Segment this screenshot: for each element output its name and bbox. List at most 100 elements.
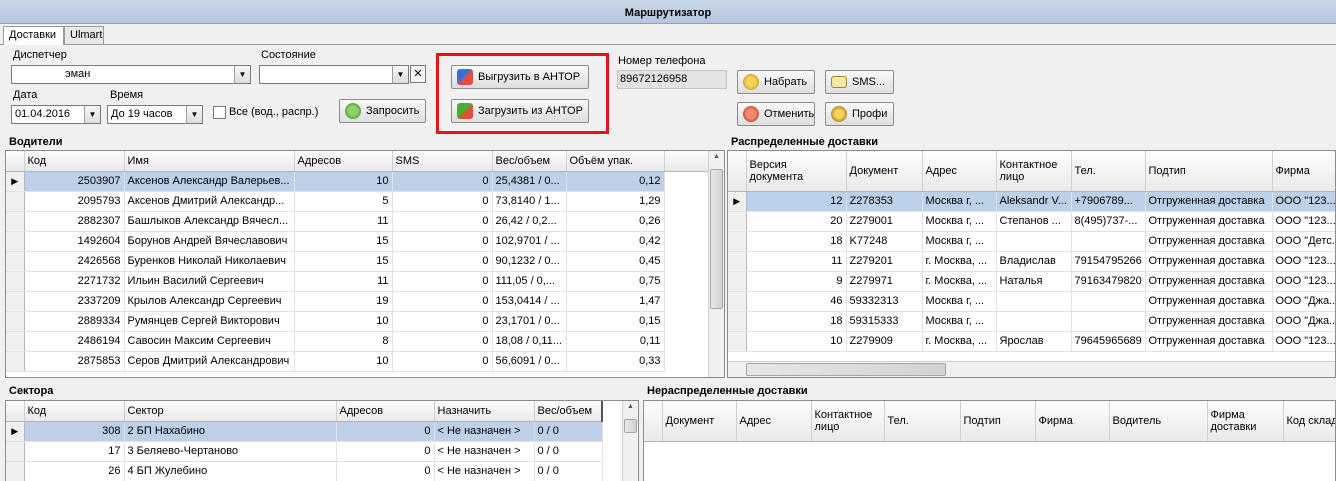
table-cell[interactable]: 4 БП Жулебино — [124, 461, 337, 481]
col-header-sms[interactable]: SMS — [392, 151, 493, 172]
table-cell[interactable]: 0 — [336, 441, 435, 462]
col-header-firm[interactable]: Фирма — [1272, 151, 1335, 192]
chevron-down-icon[interactable]: ▼ — [234, 66, 250, 83]
table-cell[interactable] — [1071, 231, 1146, 252]
export-antor-button[interactable]: Выгрузить в АНТОР — [451, 65, 589, 89]
table-row[interactable]: 2337209 Крылов Александр Сергеевич 19 0 153,… — [6, 291, 709, 312]
table-cell[interactable]: 26,42 / 0,2... — [492, 211, 567, 232]
col-header-subtype[interactable]: Подтип — [960, 401, 1036, 442]
table-cell[interactable]: 1492604 — [24, 231, 125, 252]
table-cell[interactable] — [1071, 311, 1146, 332]
table-cell[interactable]: 2882307 — [24, 211, 125, 232]
col-header-pack-volume[interactable]: Объём упак. — [566, 151, 665, 172]
table-cell[interactable]: Aleksandr V... — [996, 191, 1072, 212]
table-cell[interactable]: Москва г, ... — [922, 291, 997, 312]
table-cell[interactable]: Савосин Максим Сергеевич — [124, 331, 295, 352]
table-cell[interactable]: ООО "Джа... — [1272, 311, 1335, 332]
table-cell[interactable]: Отгруженная доставка — [1145, 191, 1273, 212]
table-row[interactable]: 20 Z279001 Москва г, ... Степанов ... 8(495)… — [728, 211, 1335, 232]
table-row[interactable]: 2426568 Буренков Николай Николаевич 15 0 90,… — [6, 251, 709, 272]
col-header-code[interactable]: Код — [24, 401, 125, 422]
table-row[interactable]: 11 Z279201 г. Москва, ... Владислав 79154795… — [728, 251, 1335, 272]
table-cell[interactable]: 2889334 — [24, 311, 125, 332]
table-cell[interactable]: Отгруженная доставка — [1145, 231, 1273, 252]
table-row[interactable]: ▶ 12 Z278353 Москва г, ... Aleksandr V... +79… — [728, 191, 1335, 212]
table-cell[interactable]: 10 — [294, 311, 393, 332]
row-selector[interactable] — [6, 251, 25, 272]
cancel-call-button[interactable]: Отменить — [737, 102, 815, 126]
table-cell[interactable]: Ярослав — [996, 331, 1072, 352]
table-cell[interactable]: 0 — [392, 271, 493, 292]
table-cell[interactable]: 56,6091 / 0... — [492, 351, 567, 372]
dial-button[interactable]: Набрать — [737, 70, 815, 94]
chevron-down-icon[interactable]: ▼ — [186, 106, 202, 123]
all-checkbox[interactable] — [213, 106, 226, 119]
table-cell[interactable]: 8(495)737-... — [1071, 211, 1146, 232]
table-cell[interactable]: < Не назначен > — [434, 421, 535, 442]
table-cell[interactable]: < Не назначен > — [434, 441, 535, 462]
table-row[interactable]: 2095793 Аксенов Дмитрий Александр... 5 0 73,… — [6, 191, 709, 212]
table-cell[interactable]: Отгруженная доставка — [1145, 251, 1273, 272]
table-cell[interactable]: Москва г, ... — [922, 311, 997, 332]
row-selector[interactable] — [728, 211, 747, 232]
table-cell[interactable]: 3 Беляево-Чертаново — [124, 441, 337, 462]
col-header-name[interactable]: Имя — [124, 151, 295, 172]
table-cell[interactable]: Аксенов Александр Валерьев... — [124, 171, 295, 192]
col-header-driver[interactable]: Водитель — [1109, 401, 1208, 442]
table-cell[interactable]: 0 / 0 — [534, 441, 603, 462]
table-row[interactable]: ▶ 2503907 Аксенов Александр Валерьев... 10 0… — [6, 171, 709, 192]
time-select[interactable]: До 19 часов ▼ — [107, 105, 203, 124]
scrollbar-thumb[interactable] — [746, 363, 946, 376]
distributed-hscroll[interactable] — [728, 361, 1335, 377]
table-cell[interactable]: г. Москва, ... — [922, 331, 997, 352]
table-cell[interactable]: 79163479820 — [1071, 271, 1146, 292]
table-cell[interactable]: 0 — [392, 351, 493, 372]
table-cell[interactable]: 0,26 — [566, 211, 665, 232]
table-cell[interactable]: ООО "123... — [1272, 251, 1335, 272]
sms-button[interactable]: SMS... — [825, 70, 894, 94]
table-cell[interactable]: Аксенов Дмитрий Александр... — [124, 191, 295, 212]
chevron-down-icon[interactable]: ▼ — [84, 106, 100, 123]
col-header-firm[interactable]: Фирма — [1035, 401, 1110, 442]
table-cell[interactable]: 2095793 — [24, 191, 125, 212]
table-cell[interactable]: 20 — [746, 211, 847, 232]
table-cell[interactable]: г. Москва, ... — [922, 251, 997, 272]
table-cell[interactable]: 1,29 — [566, 191, 665, 212]
table-cell[interactable]: 9 — [746, 271, 847, 292]
table-cell[interactable]: Ильин Василий Сергеевич — [124, 271, 295, 292]
col-header-assign[interactable]: Назначить — [434, 401, 535, 422]
table-cell[interactable]: Буренков Николай Николаевич — [124, 251, 295, 272]
table-cell[interactable]: ООО "123... — [1272, 331, 1335, 352]
table-cell[interactable]: ООО "123... — [1272, 271, 1335, 292]
sectors-vscroll[interactable]: ▲ — [622, 401, 638, 481]
table-cell[interactable]: Отгруженная доставка — [1145, 271, 1273, 292]
col-header-document[interactable]: Документ — [846, 151, 923, 192]
table-cell[interactable]: 46 — [746, 291, 847, 312]
table-cell[interactable]: Z279909 — [846, 331, 923, 352]
table-cell[interactable]: 0 — [392, 331, 493, 352]
table-cell[interactable]: 0,11 — [566, 331, 665, 352]
table-cell[interactable]: Z279971 — [846, 271, 923, 292]
table-cell[interactable]: Отгруженная доставка — [1145, 331, 1273, 352]
tab-ulmart[interactable]: Ulmart — [64, 26, 104, 44]
table-cell[interactable]: 0,12 — [566, 171, 665, 192]
scroll-up-icon[interactable]: ▲ — [623, 403, 638, 410]
date-picker[interactable]: 01.04.2016 ▼ — [11, 105, 101, 124]
scrollbar-thumb[interactable] — [624, 419, 637, 433]
table-cell[interactable]: Степанов ... — [996, 211, 1072, 232]
table-cell[interactable]: 0,15 — [566, 311, 665, 332]
table-cell[interactable]: 8 — [294, 331, 393, 352]
col-header-doc-version[interactable]: Версия документа — [746, 151, 847, 192]
table-cell[interactable]: 102,9701 / ... — [492, 231, 567, 252]
table-cell[interactable]: 0 — [336, 461, 435, 481]
col-header-addresses[interactable]: Адресов — [294, 151, 393, 172]
table-cell[interactable]: 0 — [392, 291, 493, 312]
row-selector[interactable] — [728, 291, 747, 312]
table-cell[interactable]: ООО "123... — [1272, 191, 1335, 212]
col-header-delivery-firm[interactable]: Фирма доставки — [1207, 401, 1284, 442]
table-cell[interactable]: 2503907 — [24, 171, 125, 192]
row-selector[interactable] — [728, 331, 747, 352]
table-cell[interactable]: 25,4381 / 0... — [492, 171, 567, 192]
table-cell[interactable]: Владислав — [996, 251, 1072, 272]
table-cell[interactable]: 79645965689 — [1071, 331, 1146, 352]
